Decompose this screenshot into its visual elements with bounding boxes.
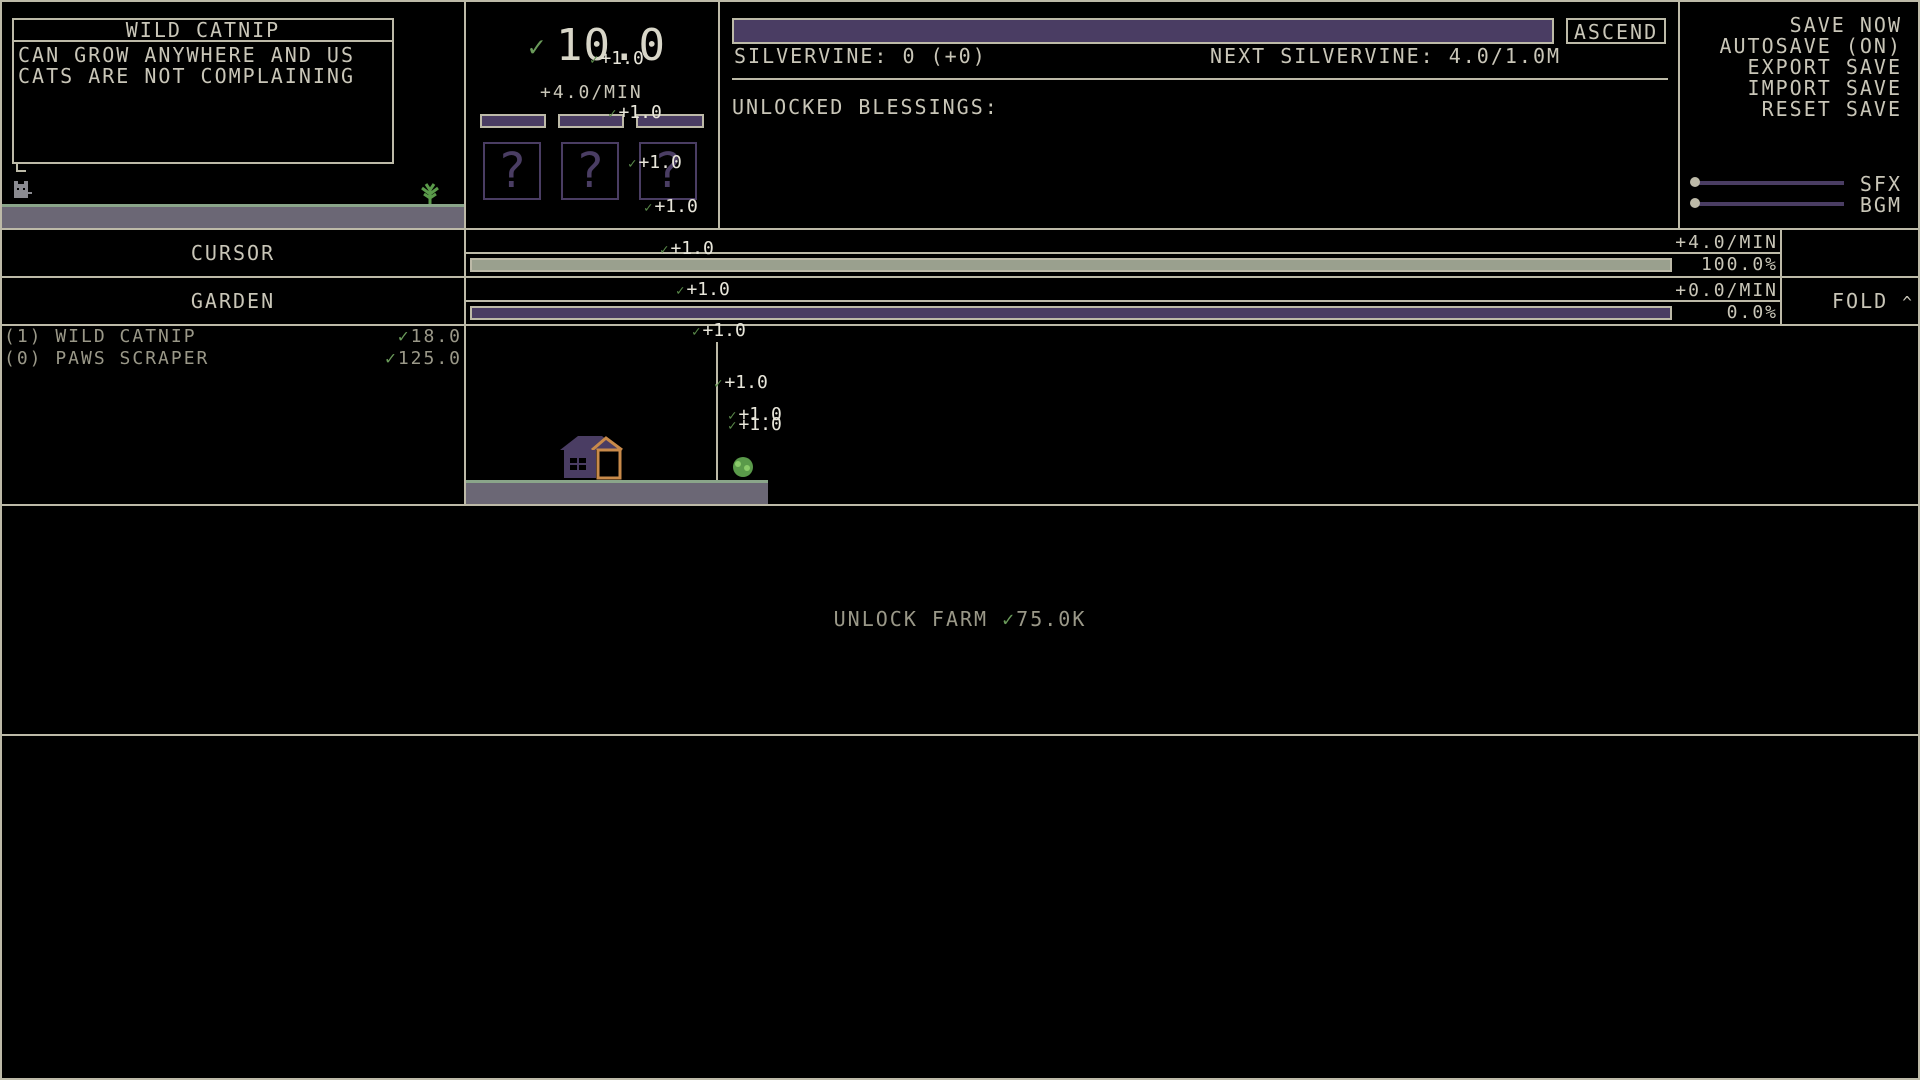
garden-percent: 0.0%	[1726, 302, 1778, 323]
floating-gain-value: +1.0	[654, 196, 698, 217]
floating-gain-value: +1.0	[600, 48, 644, 69]
bubble-tail	[16, 164, 26, 172]
unlock-farm-price: 75.0K	[1016, 607, 1087, 631]
catnip-price-icon: ✓	[1002, 607, 1017, 631]
floating-gain-value: +1.0	[724, 372, 768, 393]
shop-item-paws-scraper[interactable]: (0) PAWS SCRAPER ✓125.0	[4, 348, 462, 370]
item-description: CAN GROW ANYWHERE AND US CATS ARE NOT CO…	[18, 43, 355, 88]
leaf-icon: ✓	[608, 106, 617, 122]
cat-sprite-icon	[10, 178, 34, 202]
shop-item-name: (1) WILD CATNIP	[4, 326, 197, 347]
leaf-icon: ✓	[644, 200, 653, 216]
floating-gain: ✓ +1.0	[590, 48, 644, 69]
floating-gain-value: +1.0	[686, 279, 730, 300]
leaf-icon: ✓	[660, 242, 669, 258]
leaf-icon: ✓	[692, 324, 701, 340]
ground	[2, 207, 466, 228]
unlock-farm-label: UNLOCK FARM	[833, 607, 989, 631]
save-now-button[interactable]: SAVE NOW	[1790, 14, 1902, 36]
ascension-progress-bar	[732, 18, 1554, 44]
shop-divider	[464, 324, 466, 506]
catnip-bush-icon	[728, 454, 758, 480]
bgm-label: BGM	[1859, 193, 1902, 217]
ascension-divider	[732, 78, 1668, 80]
shop-item-price-value: 18.0	[410, 326, 462, 347]
ascend-button[interactable]: ASCEND	[1566, 18, 1666, 44]
shop-item-wild-catnip[interactable]: (1) WILD CATNIP ✓18.0	[4, 326, 462, 348]
floating-gain-value: +1.0	[638, 152, 682, 173]
cursor-progress-bar	[470, 258, 1672, 272]
floating-gain: ✓ +1.0	[714, 372, 768, 393]
leaf-icon: ✓	[676, 283, 685, 299]
floating-gain-value: +1.0	[618, 102, 662, 123]
floating-gain-value: +1.0	[670, 238, 714, 259]
locked-upgrade-slot-2[interactable]: ?	[561, 142, 619, 200]
silvervine-count: SILVERVINE: 0 (+0)	[734, 44, 987, 68]
cursor-label: CURSOR	[190, 241, 276, 265]
reset-save-button[interactable]: RESET SAVE	[1762, 98, 1902, 120]
shop-item-price-value: 125.0	[397, 348, 462, 369]
garden-label: GARDEN	[190, 289, 276, 313]
locked-upgrade-slot-1[interactable]: ?	[483, 142, 541, 200]
floating-gain: ✓ +1.0	[628, 152, 682, 173]
item-title: WILD CATNIP	[125, 18, 281, 42]
floating-gain: ✓ +1.0	[692, 320, 746, 341]
leaf-icon: ✓	[590, 52, 599, 68]
autosave-toggle[interactable]: AUTOSAVE (ON)	[1719, 35, 1902, 57]
garden-rate: +0.0/MIN	[1675, 280, 1778, 301]
floating-gain-value: +1.0	[702, 320, 746, 341]
next-silvervine: NEXT SILVERVINE: 4.0/1.0M	[1210, 44, 1562, 68]
fold-button[interactable]: FOLD ^	[1832, 290, 1914, 314]
leaf-icon: ✓	[628, 156, 637, 172]
ascend-button-label: ASCEND	[1573, 20, 1659, 44]
import-save-button[interactable]: IMPORT SAVE	[1748, 77, 1902, 99]
floating-gain: ✓ +1.0	[660, 238, 714, 259]
unlock-farm-button[interactable]: UNLOCK FARM ✓75.0K	[0, 608, 1920, 630]
leaf-icon: ✓	[714, 376, 723, 392]
garden-progress-bar	[470, 306, 1672, 320]
sfx-slider-handle[interactable]	[1690, 177, 1700, 187]
upgrade-slot-bar-1[interactable]	[480, 114, 546, 128]
bgm-slider-handle[interactable]	[1690, 198, 1700, 208]
floating-gain: ✓ +1.0	[608, 102, 662, 123]
currency-rate: +4.0/MIN	[540, 82, 643, 103]
fold-label: FOLD	[1832, 289, 1889, 313]
catnip-currency-icon: ✓	[528, 30, 545, 63]
floating-gain: ✓ +1.0	[676, 279, 730, 300]
leaf-icon: ✓	[728, 418, 737, 434]
shop-item-price: ✓125.0	[385, 348, 462, 370]
unlocked-blessings-label: UNLOCKED BLESSINGS:	[732, 95, 999, 119]
cursor-percent: 100.0%	[1700, 254, 1778, 275]
floating-gain: ✓ +1.0	[728, 414, 782, 435]
floating-gain: ✓ +1.0	[644, 196, 698, 217]
sfx-slider[interactable]	[1690, 177, 1844, 187]
shop-item-name: (0) PAWS SCRAPER	[4, 348, 210, 369]
chevron-up-icon: ^	[1902, 293, 1914, 312]
catnip-price-icon: ✓	[397, 326, 411, 347]
floating-gain-value: +1.0	[738, 414, 782, 435]
empty-bottom-area	[0, 734, 1920, 1080]
bgm-slider[interactable]	[1690, 198, 1844, 208]
shop-item-price: ✓18.0	[398, 326, 462, 348]
cursor-rate: +4.0/MIN	[1675, 232, 1778, 253]
catnip-price-icon: ✓	[384, 348, 398, 369]
catnip-plant-icon	[418, 182, 442, 204]
cat-house-icon	[558, 432, 624, 480]
cursor-stats-divider	[1780, 228, 1782, 278]
garden-ground	[466, 483, 768, 504]
sfx-label: SFX	[1859, 172, 1902, 196]
export-save-button[interactable]: EXPORT SAVE	[1748, 56, 1902, 78]
garden-stats-divider	[1780, 276, 1782, 326]
garden-track-line	[466, 300, 1782, 302]
